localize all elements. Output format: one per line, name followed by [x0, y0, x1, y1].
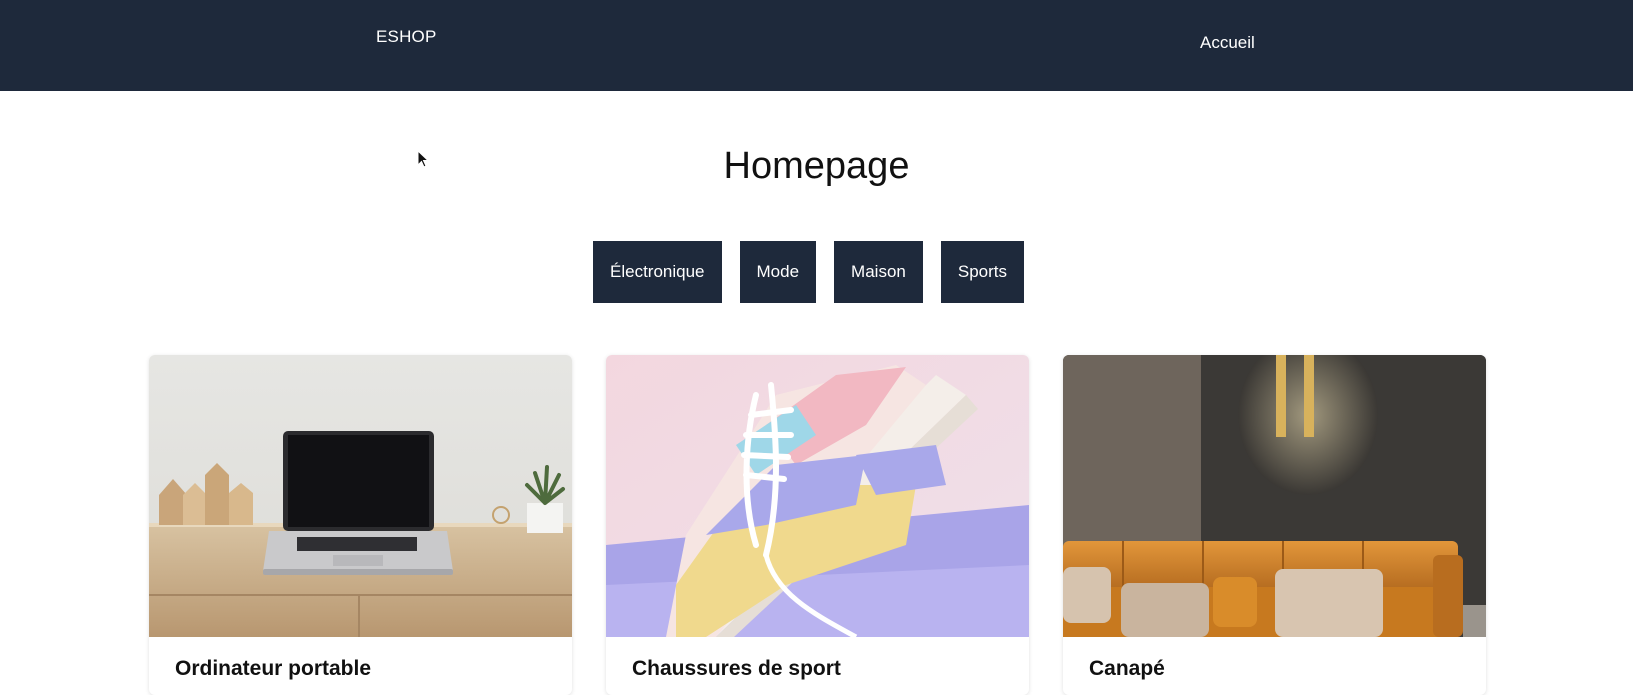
- category-button-sports[interactable]: Sports: [940, 241, 1024, 303]
- category-button-maison[interactable]: Maison: [834, 241, 923, 303]
- product-title[interactable]: Chaussures de sport: [632, 657, 841, 681]
- nav-link-home[interactable]: Accueil: [1200, 33, 1255, 53]
- top-navbar: ESHOP Accueil: [0, 0, 1633, 91]
- category-filter-bar: Électronique Mode Maison Sports: [593, 241, 1024, 303]
- product-title[interactable]: Canapé: [1089, 657, 1165, 681]
- product-title[interactable]: Ordinateur portable: [175, 657, 371, 681]
- category-button-electronique[interactable]: Électronique: [593, 241, 722, 303]
- product-image-sneaker[interactable]: [606, 355, 1029, 637]
- mouse-cursor-icon: [417, 150, 429, 168]
- product-card[interactable]: Chaussures de sport: [606, 355, 1029, 695]
- product-card[interactable]: Canapé: [1063, 355, 1486, 695]
- product-image-laptop[interactable]: [149, 355, 572, 637]
- category-button-mode[interactable]: Mode: [739, 241, 817, 303]
- page-title: Homepage: [723, 145, 910, 187]
- brand-logo[interactable]: ESHOP: [376, 27, 437, 47]
- product-card[interactable]: Ordinateur portable: [149, 355, 572, 695]
- product-image-sofa[interactable]: [1063, 355, 1486, 637]
